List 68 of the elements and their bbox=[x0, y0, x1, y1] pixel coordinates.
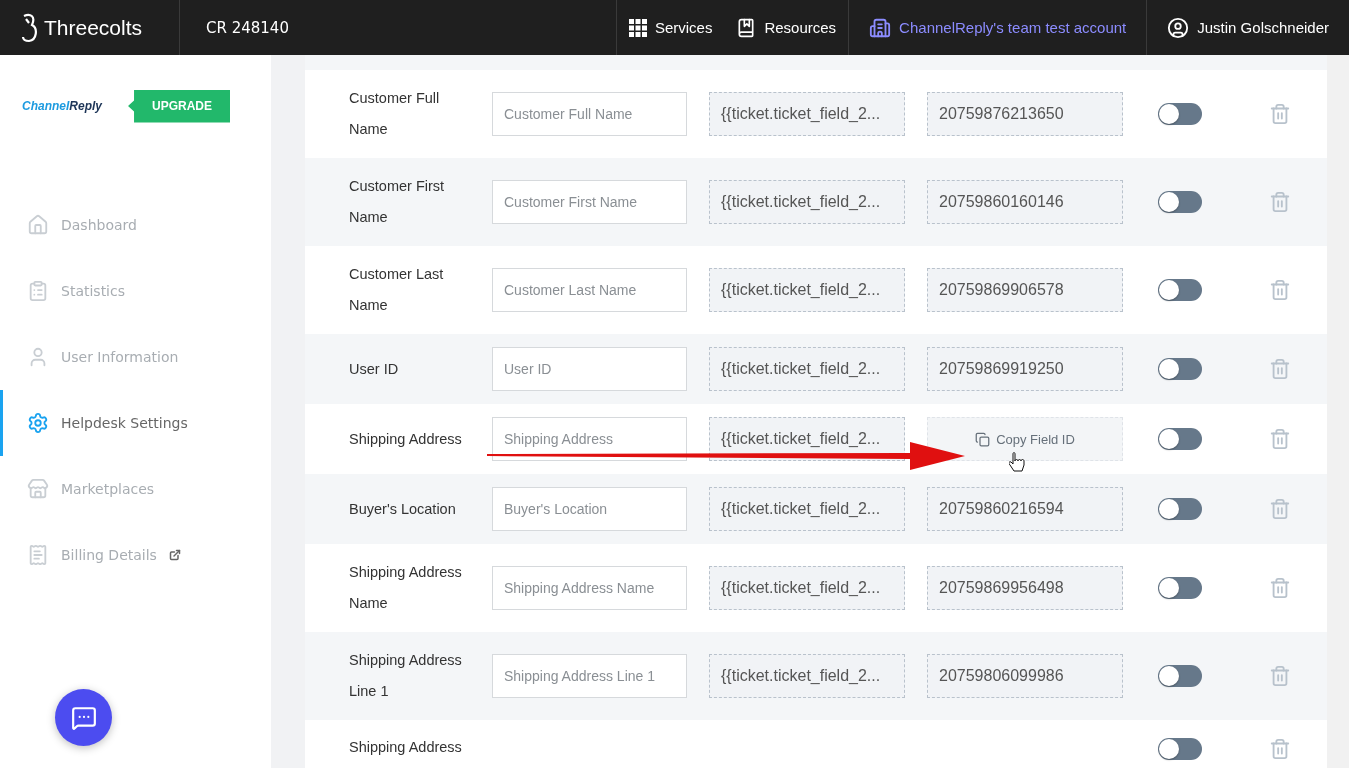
field-id: 20759869906578 bbox=[927, 268, 1123, 312]
input-field[interactable]: Shipping Address Name bbox=[492, 566, 687, 610]
field-id: 20759860160146 bbox=[927, 180, 1123, 224]
chat-button[interactable] bbox=[55, 689, 112, 746]
input-field[interactable]: Buyer's Location bbox=[492, 487, 687, 531]
horse-logo-icon bbox=[20, 12, 38, 43]
user-icon bbox=[1167, 16, 1190, 39]
upgrade-button[interactable]: UPGRADE bbox=[128, 89, 231, 123]
toggle-switch[interactable] bbox=[1158, 498, 1202, 520]
home-icon bbox=[27, 214, 49, 236]
field-label: Shipping Address bbox=[349, 738, 463, 756]
template-field: {{ticket.ticket_field_2... bbox=[709, 268, 905, 312]
trash-icon bbox=[1269, 279, 1291, 301]
field-label: Shipping Address Line 1 bbox=[349, 651, 463, 701]
template-field: {{ticket.ticket_field_2... bbox=[709, 487, 905, 531]
settings-icon bbox=[27, 412, 49, 434]
toggle-switch[interactable] bbox=[1158, 428, 1202, 450]
channelreply-logo: ChannelReply bbox=[22, 98, 103, 115]
trash-icon bbox=[1269, 665, 1291, 687]
field-id: 20759876213650 bbox=[927, 92, 1123, 136]
field-id: 20759860216594 bbox=[927, 487, 1123, 531]
field-id: 20759869956498 bbox=[927, 566, 1123, 610]
trash-icon bbox=[1269, 191, 1291, 213]
toggle-switch[interactable] bbox=[1158, 665, 1202, 687]
field-label: Customer First Name bbox=[349, 177, 446, 227]
toggle-switch[interactable] bbox=[1158, 191, 1202, 213]
trash-icon bbox=[1269, 498, 1291, 520]
copy-field-id-button[interactable]: Copy Field ID bbox=[927, 417, 1123, 461]
template-field: {{ticket.ticket_field_2... bbox=[709, 180, 905, 224]
trash-icon bbox=[1269, 738, 1291, 760]
template-field: {{ticket.ticket_field_2... bbox=[709, 654, 905, 698]
template-field: {{ticket.ticket_field_2... bbox=[709, 92, 905, 136]
template-field: {{ticket.ticket_field_2... bbox=[709, 566, 905, 610]
receipt-icon bbox=[27, 544, 49, 566]
clipboard-icon bbox=[27, 280, 49, 302]
field-label: Customer Last Name bbox=[349, 265, 445, 315]
field-id: 20759806099986 bbox=[927, 654, 1123, 698]
input-field[interactable]: Customer First Name bbox=[492, 180, 687, 224]
field-label: User ID bbox=[349, 359, 400, 379]
toggle-switch[interactable] bbox=[1158, 738, 1202, 760]
toggle-switch[interactable] bbox=[1158, 358, 1202, 380]
trash-icon bbox=[1269, 428, 1291, 450]
nav-link[interactable]: Services bbox=[616, 0, 725, 55]
input-field[interactable]: Shipping Address bbox=[492, 417, 687, 461]
trash-icon bbox=[1269, 577, 1291, 599]
field-label: Shipping Address bbox=[349, 429, 463, 449]
field-label: Buyer's Location bbox=[349, 499, 457, 519]
input-field[interactable]: Shipping Address Line 1 bbox=[492, 654, 687, 698]
toggle-switch[interactable] bbox=[1158, 577, 1202, 599]
toggle-switch[interactable] bbox=[1158, 279, 1202, 301]
brand-name: Threecolts bbox=[44, 15, 143, 40]
copy-icon bbox=[975, 431, 991, 447]
field-id: 20759869919250 bbox=[927, 347, 1123, 391]
field-label: Customer Full Name bbox=[349, 89, 441, 139]
chat-icon bbox=[70, 704, 97, 731]
template-field: {{ticket.ticket_field_2... bbox=[709, 347, 905, 391]
input-field[interactable]: Customer Last Name bbox=[492, 268, 687, 312]
field-label: Shipping Address Name bbox=[349, 563, 463, 613]
trash-icon bbox=[1269, 103, 1291, 125]
grid-icon bbox=[628, 18, 647, 37]
store-icon bbox=[27, 478, 49, 500]
toggle-switch[interactable] bbox=[1158, 103, 1202, 125]
building-icon bbox=[869, 16, 892, 39]
trash-icon bbox=[1269, 358, 1291, 380]
input-field[interactable]: Customer Full Name bbox=[492, 92, 687, 136]
nav-link[interactable]: Resources bbox=[724, 0, 849, 55]
input-field[interactable]: User ID bbox=[492, 347, 687, 391]
book-icon bbox=[736, 17, 757, 38]
